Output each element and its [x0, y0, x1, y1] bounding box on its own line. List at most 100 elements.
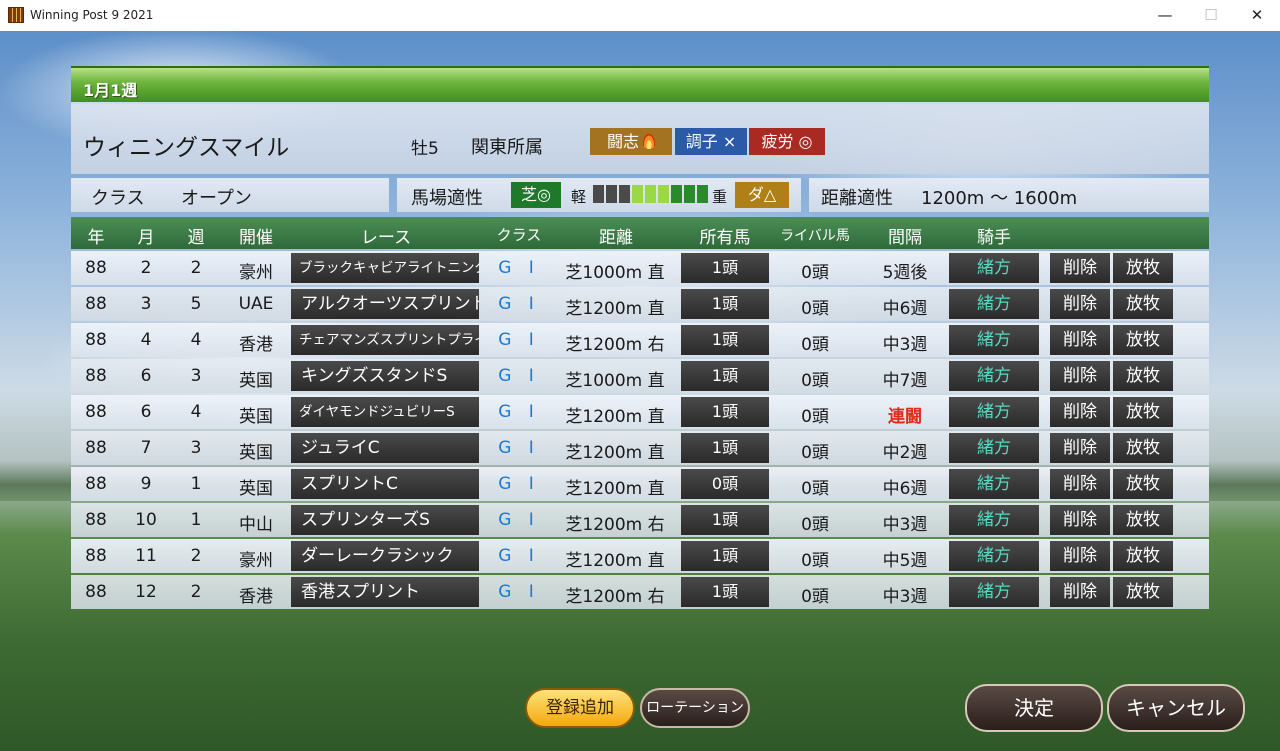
release-button[interactable]: 放牧	[1113, 253, 1173, 283]
table-row[interactable]: 88 4 4 香港チェアマンズスプリントプライズ G I 芝1200m 右 1頭 0頭 中3週 緒…	[71, 323, 1209, 357]
cell-interval: 5週後	[882, 263, 928, 283]
release-button[interactable]: 放牧	[1113, 289, 1173, 319]
cell-year: 88	[85, 330, 107, 350]
release-button[interactable]: 放牧	[1113, 361, 1173, 391]
table-row[interactable]: 88 12 2 香港 香港スプリント G I 芝1200m 右 1頭 0頭 中3週 緒方 削除 放牧	[71, 575, 1209, 609]
cell-month: 6	[140, 402, 152, 422]
cell-owned[interactable]: 1頭	[681, 253, 769, 283]
cell-owned[interactable]: 1頭	[681, 325, 769, 355]
cell-distance: 芝1200m 右	[565, 335, 665, 355]
cell-owned[interactable]: 1頭	[681, 505, 769, 535]
cell-grade: G I	[498, 546, 540, 566]
cell-grade: G I	[498, 402, 540, 422]
cell-jockey[interactable]: 緒方	[949, 541, 1039, 571]
fighting-spirit-badge: 闘志	[590, 128, 672, 155]
cell-owned[interactable]: 1頭	[681, 361, 769, 391]
cell-race-name[interactable]: ジュライC	[291, 433, 479, 463]
close-button[interactable]: ✕	[1234, 0, 1280, 31]
table-row[interactable]: 88 9 1 英国 スプリントC G I 芝1200m 直 0頭 0頭 中6週 緒方 削除 放牧	[71, 467, 1209, 501]
delete-button[interactable]: 削除	[1050, 505, 1110, 535]
cancel-button[interactable]: キャンセル	[1107, 684, 1245, 732]
delete-button[interactable]: 削除	[1050, 397, 1110, 427]
header-distance: 距離	[599, 228, 633, 248]
table-row[interactable]: 88 3 5 UAE アルクオーツスプリント G I 芝1200m 直 1頭 0頭 中6週 緒方 削除…	[71, 287, 1209, 321]
cell-rival: 0頭	[801, 515, 829, 535]
delete-button[interactable]: 削除	[1050, 469, 1110, 499]
surface-aptitude-box: 馬場適性 芝◎ 軽 重 ダ△	[397, 178, 801, 212]
delete-button[interactable]: 削除	[1050, 325, 1110, 355]
cell-race-name[interactable]: アルクオーツスプリント	[291, 289, 479, 319]
delete-button[interactable]: 削除	[1050, 541, 1110, 571]
release-button[interactable]: 放牧	[1113, 325, 1173, 355]
cell-venue: 英国	[239, 371, 273, 391]
cell-distance: 芝1200m 直	[565, 299, 665, 319]
cell-owned[interactable]: 1頭	[681, 541, 769, 571]
cell-week: 3	[190, 438, 202, 458]
release-button[interactable]: 放牧	[1113, 541, 1173, 571]
cell-year: 88	[85, 402, 107, 422]
cell-year: 88	[85, 546, 107, 566]
cell-jockey[interactable]: 緒方	[949, 253, 1039, 283]
table-row[interactable]: 88 11 2 豪州 ダーレークラシック G I 芝1200m 直 1頭 0頭 中5週 緒方 削除 放牧	[71, 539, 1209, 573]
cell-race-name[interactable]: ダイヤモンドジュビリーS	[291, 397, 479, 427]
delete-button[interactable]: 削除	[1050, 577, 1110, 607]
cell-race-name[interactable]: キングズスタンドS	[291, 361, 479, 391]
table-row[interactable]: 88 10 1 中山 スプリンターズS G I 芝1200m 右 1頭 0頭 中3週 緒方 削除 放牧	[71, 503, 1209, 537]
cell-race-name[interactable]: ブラックキャビアライトニング	[291, 253, 479, 283]
cell-week: 4	[190, 330, 202, 350]
maximize-button[interactable]: ☐	[1188, 0, 1234, 31]
header-interval: 間隔	[888, 228, 922, 248]
cell-jockey[interactable]: 緒方	[949, 289, 1039, 319]
delete-button[interactable]: 削除	[1050, 433, 1110, 463]
cell-jockey[interactable]: 緒方	[949, 433, 1039, 463]
cell-rival: 0頭	[801, 443, 829, 463]
cell-week: 2	[190, 258, 202, 278]
cell-race-name[interactable]: 香港スプリント	[291, 577, 479, 607]
cell-jockey[interactable]: 緒方	[949, 361, 1039, 391]
delete-button[interactable]: 削除	[1050, 289, 1110, 319]
cell-venue: 豪州	[239, 551, 273, 571]
cell-jockey[interactable]: 緒方	[949, 325, 1039, 355]
delete-button[interactable]: 削除	[1050, 361, 1110, 391]
confirm-button[interactable]: 決定	[965, 684, 1103, 732]
cell-race-name[interactable]: スプリントC	[291, 469, 479, 499]
cell-jockey[interactable]: 緒方	[949, 397, 1039, 427]
cell-week: 2	[190, 582, 202, 602]
release-button[interactable]: 放牧	[1113, 469, 1173, 499]
gauge-segment	[671, 185, 682, 203]
release-button[interactable]: 放牧	[1113, 577, 1173, 607]
release-button[interactable]: 放牧	[1113, 397, 1173, 427]
cell-owned[interactable]: 1頭	[681, 433, 769, 463]
table-row[interactable]: 88 6 4 英国 ダイヤモンドジュビリーS G I 芝1200m 直 1頭 0頭 連闘 緒方 削除放…	[71, 395, 1209, 429]
rotation-button[interactable]: ローテーション	[640, 688, 750, 728]
table-row[interactable]: 88 2 2 豪州 ブラックキャビアライトニング G I 芝1000m 直 1頭 0頭 5週後 緒方…	[71, 251, 1209, 285]
release-button[interactable]: 放牧	[1113, 433, 1173, 463]
cell-jockey[interactable]: 緒方	[949, 505, 1039, 535]
cell-venue: 香港	[239, 587, 273, 607]
cell-rival: 0頭	[801, 551, 829, 571]
delete-button[interactable]: 削除	[1050, 253, 1110, 283]
cell-month: 3	[140, 294, 152, 314]
cell-rival: 0頭	[801, 299, 829, 319]
cell-jockey[interactable]: 緒方	[949, 469, 1039, 499]
cell-owned[interactable]: 1頭	[681, 289, 769, 319]
cell-grade: G I	[498, 258, 540, 278]
cell-owned[interactable]: 1頭	[681, 577, 769, 607]
gauge-segment	[606, 185, 617, 203]
table-row[interactable]: 88 7 3 英国 ジュライC G I 芝1200m 直 1頭 0頭 中2週 緒方 削除 放牧	[71, 431, 1209, 465]
minimize-button[interactable]: —	[1142, 0, 1188, 31]
cell-interval: 中3週	[882, 515, 928, 535]
cell-race-name[interactable]: ダーレークラシック	[291, 541, 479, 571]
release-button[interactable]: 放牧	[1113, 505, 1173, 535]
add-registration-button[interactable]: 登録追加	[525, 688, 635, 728]
cell-race-name[interactable]: チェアマンズスプリントプライズ	[291, 325, 479, 355]
gauge-segment	[697, 185, 708, 203]
cell-race-name[interactable]: スプリンターズS	[291, 505, 479, 535]
cell-jockey[interactable]: 緒方	[949, 577, 1039, 607]
table-row[interactable]: 88 6 3 英国 キングズスタンドS G I 芝1000m 直 1頭 0頭 中7週 緒方 削除 放牧	[71, 359, 1209, 393]
cell-owned[interactable]: 0頭	[681, 469, 769, 499]
cell-owned[interactable]: 1頭	[681, 397, 769, 427]
cell-year: 88	[85, 258, 107, 278]
header-month: 月	[137, 228, 155, 248]
cell-month: 7	[140, 438, 152, 458]
